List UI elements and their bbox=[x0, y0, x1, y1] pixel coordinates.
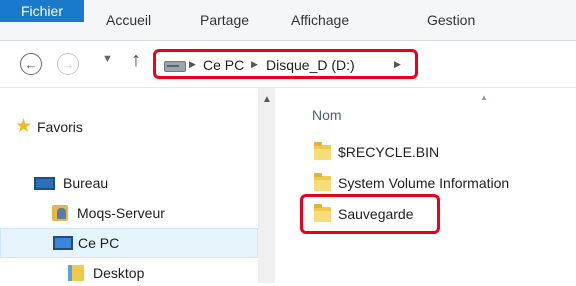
tab-affichage[interactable]: Affichage bbox=[291, 0, 349, 40]
folder-icon bbox=[314, 142, 331, 160]
address-bar[interactable]: ▶ Ce PC ▶ Disque_D (D:) ▶ bbox=[153, 49, 418, 79]
sauvegarde-highlight-box bbox=[300, 194, 440, 234]
desktop-folder-icon bbox=[68, 265, 84, 281]
sidebar-item-label: Moqs-Serveur bbox=[77, 205, 165, 221]
sidebar-item-bureau[interactable]: Bureau bbox=[0, 170, 258, 196]
breadcrumb-separator-icon[interactable]: ▶ bbox=[251, 59, 258, 70]
monitor-icon bbox=[34, 177, 55, 190]
sidebar-item-moqs-serveur[interactable]: Moqs-Serveur bbox=[0, 200, 258, 226]
file-name: System Volume Information bbox=[338, 175, 510, 191]
sidebar-item-label: Favoris bbox=[37, 119, 83, 135]
drive-icon bbox=[164, 61, 186, 72]
sidebar-item-label: Bureau bbox=[63, 175, 109, 191]
navigation-bar: ← → ▼ ↑ ▶ Ce PC ▶ Disque_D (D:) ▶ bbox=[0, 41, 576, 88]
forward-arrow-icon[interactable]: → bbox=[57, 53, 79, 75]
file-name: $RECYCLE.BIN bbox=[338, 144, 440, 160]
navigation-pane: ★ Favoris Bureau Moqs-Serveur Ce PC Desk… bbox=[0, 88, 258, 283]
user-folder-icon bbox=[52, 205, 68, 221]
tab-accueil[interactable]: Accueil bbox=[106, 0, 151, 40]
file-list: ▲ Nom $RECYCLE.BIN System Volume Informa… bbox=[276, 88, 576, 283]
star-icon: ★ bbox=[15, 116, 33, 137]
breadcrumb-separator-icon[interactable]: ▶ bbox=[189, 59, 196, 70]
scroll-up-icon[interactable]: ▲ bbox=[262, 94, 272, 105]
column-header-nom[interactable]: Nom bbox=[312, 107, 342, 123]
folder-icon bbox=[314, 173, 331, 191]
ribbon-tabs: Fichier Accueil Partage Affichage Gestio… bbox=[0, 0, 576, 41]
chevron-down-icon[interactable]: ▼ bbox=[102, 53, 113, 65]
up-arrow-icon[interactable]: ↑ bbox=[131, 49, 141, 72]
tab-gestion[interactable]: Gestion bbox=[427, 0, 475, 40]
sidebar-item-label: Ce PC bbox=[78, 235, 120, 251]
breadcrumb-separator-icon[interactable]: ▶ bbox=[394, 59, 401, 70]
sort-ascending-icon: ▲ bbox=[480, 93, 488, 102]
sidebar-item-ce-pc[interactable]: Ce PC bbox=[0, 228, 258, 258]
vertical-scrollbar[interactable]: ▲ bbox=[258, 88, 275, 283]
sidebar-item-favoris[interactable]: ★ Favoris bbox=[0, 114, 258, 140]
computer-icon bbox=[53, 236, 73, 250]
sidebar-item-label: Desktop bbox=[93, 265, 145, 281]
breadcrumb-disque-d[interactable]: Disque_D (D:) bbox=[266, 57, 355, 73]
tab-partage[interactable]: Partage bbox=[200, 0, 249, 40]
back-arrow-icon[interactable]: ← bbox=[20, 53, 42, 75]
sidebar-item-desktop[interactable]: Desktop bbox=[0, 260, 258, 286]
tab-fichier[interactable]: Fichier bbox=[0, 0, 84, 22]
breadcrumb-ce-pc[interactable]: Ce PC bbox=[203, 57, 244, 73]
